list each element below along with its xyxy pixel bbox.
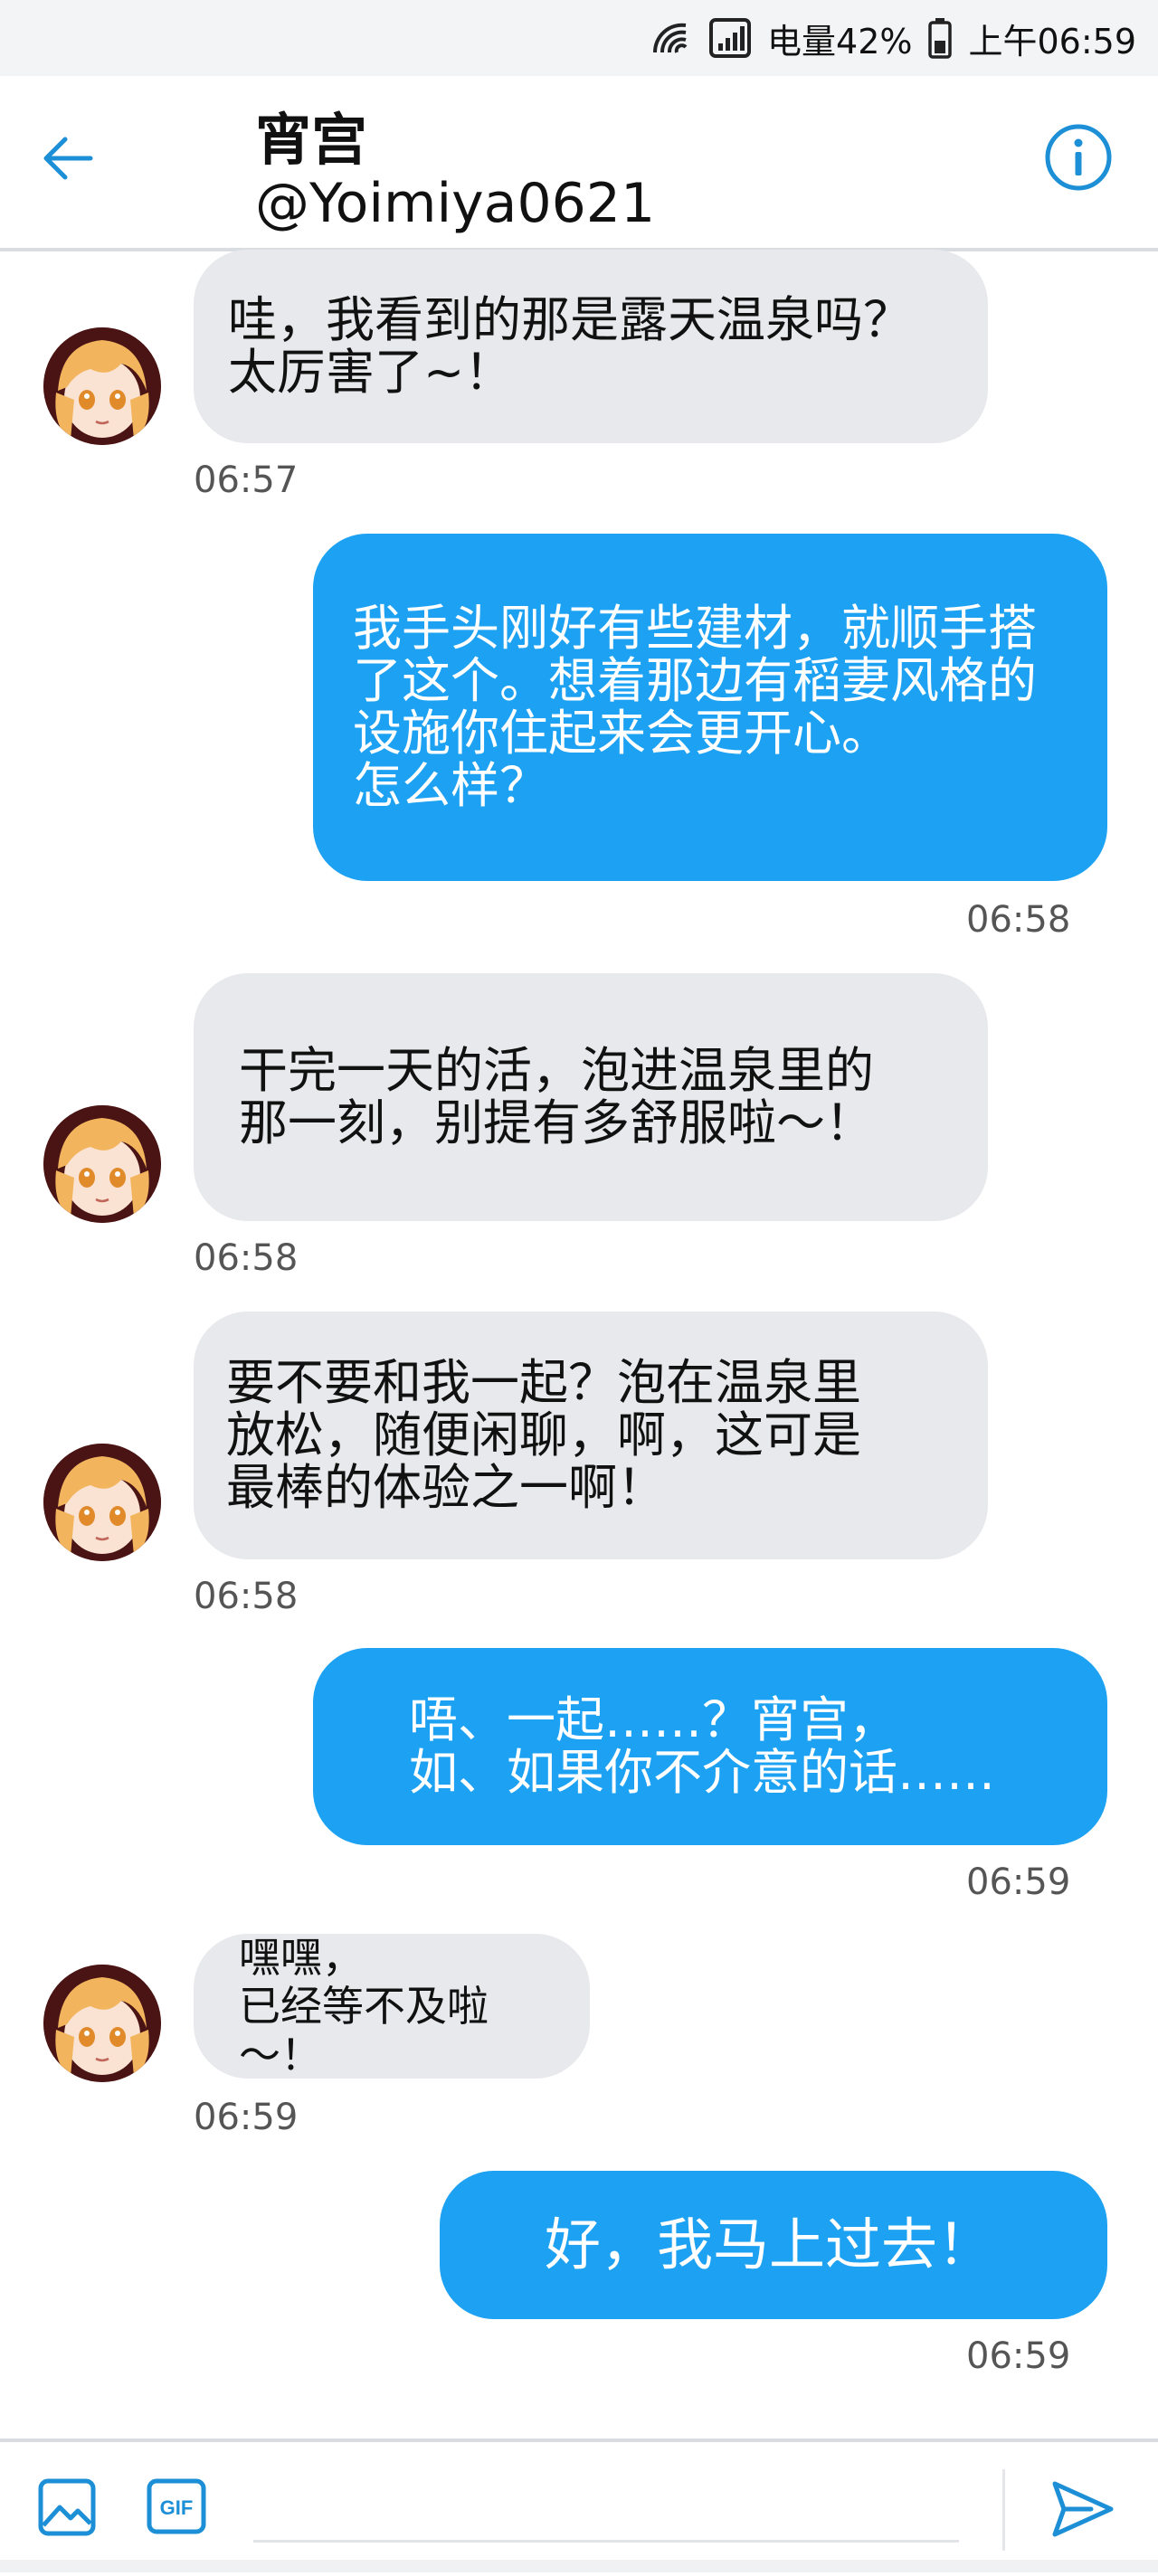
- contact-handle: @Yoimiya0621: [255, 172, 656, 235]
- message-bubble-incoming: 嘿嘿， 已经等不及啦～！: [194, 1933, 590, 2079]
- battery-text: 电量42%: [767, 21, 913, 62]
- info-icon: [1045, 124, 1112, 191]
- message-bubble-incoming: 干完一天的活，泡进温泉里的 那一刻，别提有多舒服啦～！: [194, 973, 988, 1221]
- message-time: 06:57: [194, 459, 299, 501]
- send-icon: [1052, 2481, 1114, 2537]
- gif-icon: GIF: [147, 2478, 206, 2534]
- battery-icon: [928, 17, 953, 59]
- avatar-image: [43, 1105, 161, 1223]
- status-right: 电量42% 上午06:59: [650, 0, 1136, 76]
- back-button[interactable]: [36, 127, 109, 190]
- info-button[interactable]: [1042, 121, 1115, 194]
- divider: [1002, 2469, 1005, 2551]
- message-bubble-incoming: 哇，我看到的那是露天温泉吗？ 太厉害了~！: [194, 250, 988, 443]
- status-bar: 电量42% 上午06:59: [0, 0, 1158, 76]
- message-bubble-outgoing: 好，我马上过去！: [440, 2171, 1107, 2319]
- input-underline: [253, 2540, 959, 2543]
- home-indicator: [0, 2560, 1158, 2572]
- image-icon: [38, 2478, 96, 2536]
- back-arrow-icon: [43, 137, 93, 180]
- message-time: 06:58: [194, 1237, 299, 1279]
- avatar[interactable]: [43, 1444, 161, 1561]
- gif-button[interactable]: GIF: [147, 2478, 206, 2534]
- avatar[interactable]: [43, 1105, 161, 1223]
- wifi-icon: [650, 20, 693, 56]
- signal-icon: [709, 18, 752, 58]
- avatar[interactable]: [43, 327, 161, 445]
- message-bubble-outgoing: 唔、一起……？宵宫， 如、如果你不介意的话……: [313, 1648, 1107, 1845]
- message-time: 06:59: [966, 1861, 1071, 1903]
- message-time: 06:59: [194, 2097, 299, 2138]
- message-bubble-incoming: 要不要和我一起？泡在温泉里 放松，随便闲聊，啊，这可是 最棒的体验之一啊！: [194, 1312, 988, 1559]
- avatar-image: [43, 1965, 161, 2082]
- avatar-image: [43, 327, 161, 445]
- clock: 上午06:59: [968, 21, 1136, 62]
- message-input[interactable]: [253, 2458, 999, 2560]
- avatar-image: [43, 1444, 161, 1561]
- message-time: 06:58: [966, 899, 1071, 941]
- contact-name: 宵宫: [255, 107, 368, 173]
- message-time: 06:59: [966, 2335, 1071, 2377]
- gif-label: GIF: [160, 2496, 194, 2519]
- message-composer: GIF: [0, 2439, 1158, 2576]
- send-button[interactable]: [1049, 2478, 1115, 2540]
- message-bubble-outgoing: 我手头刚好有些建材，就顺手搭 了这个。想着那边有稻妻风格的 设施你住起来会更开心…: [313, 534, 1107, 881]
- image-button[interactable]: [38, 2478, 96, 2536]
- chat-header: 宵宫 @Yoimiya0621: [0, 76, 1158, 251]
- message-time: 06:58: [194, 1576, 299, 1617]
- avatar[interactable]: [43, 1965, 161, 2082]
